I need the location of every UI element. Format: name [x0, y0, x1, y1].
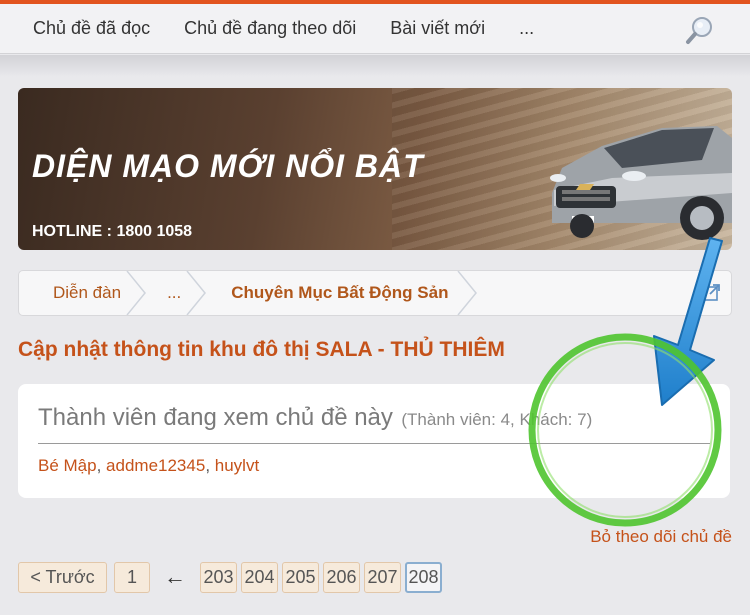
viewers-header: Thành viên đang xem chủ đề này (Thành vi… — [38, 404, 710, 444]
breadcrumb-separator — [186, 271, 207, 315]
breadcrumb-label: ... — [167, 283, 182, 302]
breadcrumb-ellipsis[interactable]: ... — [147, 271, 207, 315]
page-button[interactable]: 1 — [114, 561, 150, 593]
arrow-annotation-icon — [653, 237, 723, 406]
external-link-icon[interactable] — [703, 283, 721, 301]
nav-shadow — [0, 55, 750, 77]
viewer-separator: , — [205, 456, 215, 475]
current-page-button[interactable]: 208 — [405, 561, 442, 593]
page-button[interactable]: 207 — [364, 561, 401, 593]
nav-read-threads[interactable]: Chủ đề đã đọc — [33, 18, 150, 39]
breadcrumb-separator — [457, 271, 478, 315]
promo-banner[interactable]: DIỆN MẠO MỚI NỔI BẬT HOTLINE : 1800 1058 — [18, 88, 732, 250]
car-image — [550, 126, 732, 240]
nav-watched-threads[interactable]: Chủ đề đang theo dõi — [184, 18, 356, 39]
viewers-title: Thành viên đang xem chủ đề này — [38, 404, 393, 431]
viewers-count: (Thành viên: 4, Khách: 7) — [401, 410, 593, 429]
breadcrumb: Diễn đàn ... Chuyên Mục Bất Động Sản — [18, 270, 732, 316]
nav-new-posts[interactable]: Bài viết mới — [390, 18, 485, 39]
banner-title: DIỆN MẠO MỚI NỔI BẬT — [32, 148, 424, 184]
prev-page-button[interactable]: < Trước — [18, 561, 107, 593]
page-button[interactable]: 205 — [282, 561, 319, 593]
breadcrumb-separator — [126, 271, 147, 315]
page-button[interactable]: 206 — [323, 561, 360, 593]
breadcrumb-forum[interactable]: Diễn đàn — [19, 271, 147, 315]
viewer-separator: , — [96, 456, 107, 475]
unfollow-thread-link[interactable]: Bỏ theo dõi chủ đề — [590, 527, 732, 547]
page-button[interactable]: 204 — [241, 561, 278, 593]
viewers-box: Thành viên đang xem chủ đề này (Thành vi… — [18, 384, 730, 498]
viewer-link[interactable]: huylvt — [215, 456, 259, 475]
page-button[interactable]: 203 — [200, 561, 237, 593]
breadcrumb-label: Chuyên Mục Bất Động Sản — [231, 283, 449, 302]
top-navigation: Chủ đề đã đọc Chủ đề đang theo dõi Bài v… — [0, 4, 750, 54]
viewer-link[interactable]: addme12345 — [106, 456, 205, 475]
viewers-list: Bé Mập, addme12345, huylvt — [38, 456, 259, 476]
jump-arrow-icon[interactable]: ← — [164, 564, 186, 590]
pagination: < Trước 1 ← 203 204 205 206 207 208 — [18, 561, 446, 593]
search-icon[interactable] — [684, 14, 716, 46]
breadcrumb-label: Diễn đàn — [53, 283, 122, 302]
viewer-link[interactable]: Bé Mập — [38, 456, 97, 475]
thread-title: Cập nhật thông tin khu đô thị SALA - THỦ… — [18, 338, 505, 361]
breadcrumb-category[interactable]: Chuyên Mục Bất Động Sản — [207, 271, 478, 315]
banner-hotline: HOTLINE : 1800 1058 — [32, 223, 193, 240]
nav-more[interactable]: ... — [519, 18, 534, 39]
